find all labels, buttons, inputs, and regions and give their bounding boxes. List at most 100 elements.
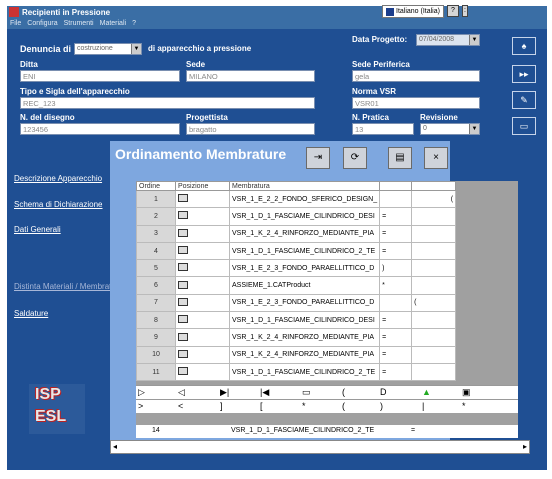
norma-field[interactable]: VSR01 [352,97,480,109]
row-name: ASSIEME_1.CATProduct [228,276,381,295]
table-row[interactable]: 9 VSR_1_K_2_4_RINFORZO_MEDIANTE_PIA = [136,328,457,347]
table-row[interactable]: 1 VSR_1_E_2_2_FONDO_SFERICO_DESIGN_ ( [136,189,457,209]
shape-icon [175,293,230,313]
move-left-icon[interactable]: |◀ [260,387,269,398]
ditta-label: Ditta [20,60,38,69]
row-name: VSR_1_K_2_4_RINFORZO_MEDIANTE_PIA [228,328,381,347]
revisione-label: Revisione [420,113,458,122]
chevron-down-icon: ▼ [469,124,479,134]
link-dati-generali[interactable]: Dati Generali [14,225,61,234]
navigate-icon[interactable]: ▸▸ [512,65,536,83]
progettista-label: Progettista [186,113,228,122]
link-saldature[interactable]: Saldature [14,309,48,318]
menu-file[interactable]: File [10,20,21,27]
table-row[interactable]: 4 VSR_1_D_1_FASCIAME_CILINDRICO_2_TE = [136,241,457,261]
table-row[interactable]: 6 ASSIEME_1.CATProduct * [136,276,457,295]
shape-icon [175,189,230,209]
symbol-6: ) [380,401,383,411]
scroll-left-icon[interactable]: ◂ [113,442,117,451]
search-icon[interactable]: ♠ [512,37,536,55]
col-posizione: Posizione [175,181,230,191]
progettista-field[interactable]: bragatto [186,123,315,135]
partial-row[interactable]: 14 VSR_1_D_1_FASCIAME_CILINDRICO_2_TE = [136,425,518,438]
options-icon[interactable]: : [462,5,468,17]
row-mark: = [379,328,413,347]
row-name: VSR_1_K_2_4_RINFORZO_MEDIANTE_PIA [228,345,381,364]
assembly-icon[interactable]: ▣ [462,387,471,398]
row-name: VSR_1_K_2_4_RINFORZO_MEDIANTE_PIA [228,224,381,243]
tipo-field[interactable]: REC_123 [20,97,315,109]
sede-periferica-field[interactable]: gela [352,70,480,82]
reinforcement-icon[interactable]: ▲ [422,387,431,398]
col-extra2 [411,181,457,191]
shape-icon [175,207,230,226]
pratica-field[interactable]: 13 [352,123,414,135]
table-row[interactable]: 11 VSR_1_D_1_FASCIAME_CILINDRICO_2_TE = [136,362,457,382]
table-row[interactable]: 8 VSR_1_D_1_FASCIAME_CILINDRICO_DESI = [136,311,457,330]
row-order: 6 [136,276,176,295]
pratica-label: N. Pratica [352,113,389,122]
row-order: 14 [152,427,160,434]
refresh-icon[interactable]: ⟳ [343,147,367,169]
ditta-field[interactable]: ENI [20,70,180,82]
menu-help[interactable]: ? [132,20,136,27]
tipo-label: Tipo e Sigla dell'apparecchio [20,87,130,96]
symbol-0: > [138,401,144,411]
row-name: VSR_1_D_1_FASCIAME_CILINDRICO_2_TE [228,362,381,382]
row-order: 8 [136,311,176,330]
language-label: Italiano (Italia) [396,8,440,15]
scroll-right-icon[interactable]: ▸ [523,442,527,451]
data-progetto-field[interactable]: 07/04/2008 ▼ [416,34,480,46]
row-name: VSR_1_E_2_3_FONDO_PARAELLITTICO_D [228,293,381,313]
exit-icon[interactable]: ⇥ [306,147,330,169]
table-row[interactable]: 10 VSR_1_K_2_4_RINFORZO_MEDIANTE_PIA = [136,345,457,364]
move-right-icon[interactable]: ▶| [220,387,229,398]
dialog-title: Ordinamento Membrature [115,146,287,162]
left-arrow-icon[interactable]: ◁ [178,387,185,398]
head-right-icon[interactable]: D [380,387,387,398]
disegno-field[interactable]: 123456 [20,123,180,135]
denuncia-value: costruzione [77,45,113,52]
menu-configura[interactable]: Configura [27,20,57,27]
right-arrow-icon[interactable]: ▷ [138,387,145,398]
table-row[interactable]: 7 VSR_1_E_2_3_FONDO_PARAELLITTICO_D ( [136,293,457,313]
language-indicator[interactable]: Italiano (Italia) [382,5,444,18]
menu-strumenti[interactable]: Strumenti [64,20,94,27]
menu-bar: File Configura Strumenti Materiali ? [7,18,547,29]
denuncia-select[interactable]: costruzione ▼ [74,43,142,55]
row-mark: = [379,311,413,330]
symbol-row: > < ] [ * ( ) | * [136,399,518,413]
logo-line1: ISP [35,386,61,403]
link-distinta-materiali[interactable]: Distinta Materiali / Membratu [14,282,116,291]
menu-materiali[interactable]: Materiali [100,20,126,27]
tree-icon[interactable]: ▤ [388,147,412,169]
table-row[interactable]: 3 VSR_1_K_2_4_RINFORZO_MEDIANTE_PIA = [136,224,457,243]
row-order: 10 [136,345,176,364]
row-mark: = [379,224,413,243]
head-left-icon[interactable]: ( [342,387,345,398]
row-mark: = [379,241,413,261]
shape-icon [175,328,230,347]
symbol-2: ] [220,401,223,411]
row-name: VSR_1_E_2_2_FONDO_SFERICO_DESIGN_ [228,189,381,209]
help-icon[interactable]: ? [447,5,459,17]
shape-icon [175,276,230,295]
norma-label: Norma VSR [352,87,397,96]
revisione-select[interactable]: 0 ▼ [420,123,480,135]
row-order: 7 [136,293,176,313]
cylinder-icon[interactable]: ▭ [302,387,311,398]
horizontal-scrollbar[interactable]: ◂ ▸ [110,440,530,454]
table-row[interactable]: 2 VSR_1_D_1_FASCIAME_CILINDRICO_DESI = [136,207,457,226]
row-mark: = [379,345,413,364]
link-descrizione-apparecchio[interactable]: Descrizione Apparecchio [14,174,102,183]
sede-field[interactable]: MILANO [186,70,315,82]
close-button[interactable]: × [424,147,448,169]
chevron-down-icon: ▼ [131,44,141,54]
table-row[interactable]: 5 VSR_1_E_2_3_FONDO_PARAELLITTICO_D) [136,259,457,278]
save-icon[interactable]: ▭ [512,117,536,135]
link-schema-dichiarazione[interactable]: Schema di Dichiarazione [14,200,103,209]
edit-icon[interactable]: ✎ [512,91,536,109]
row-mark: = [379,207,413,226]
shape-icon [175,259,230,278]
col-membratura: Membratura [228,181,381,191]
